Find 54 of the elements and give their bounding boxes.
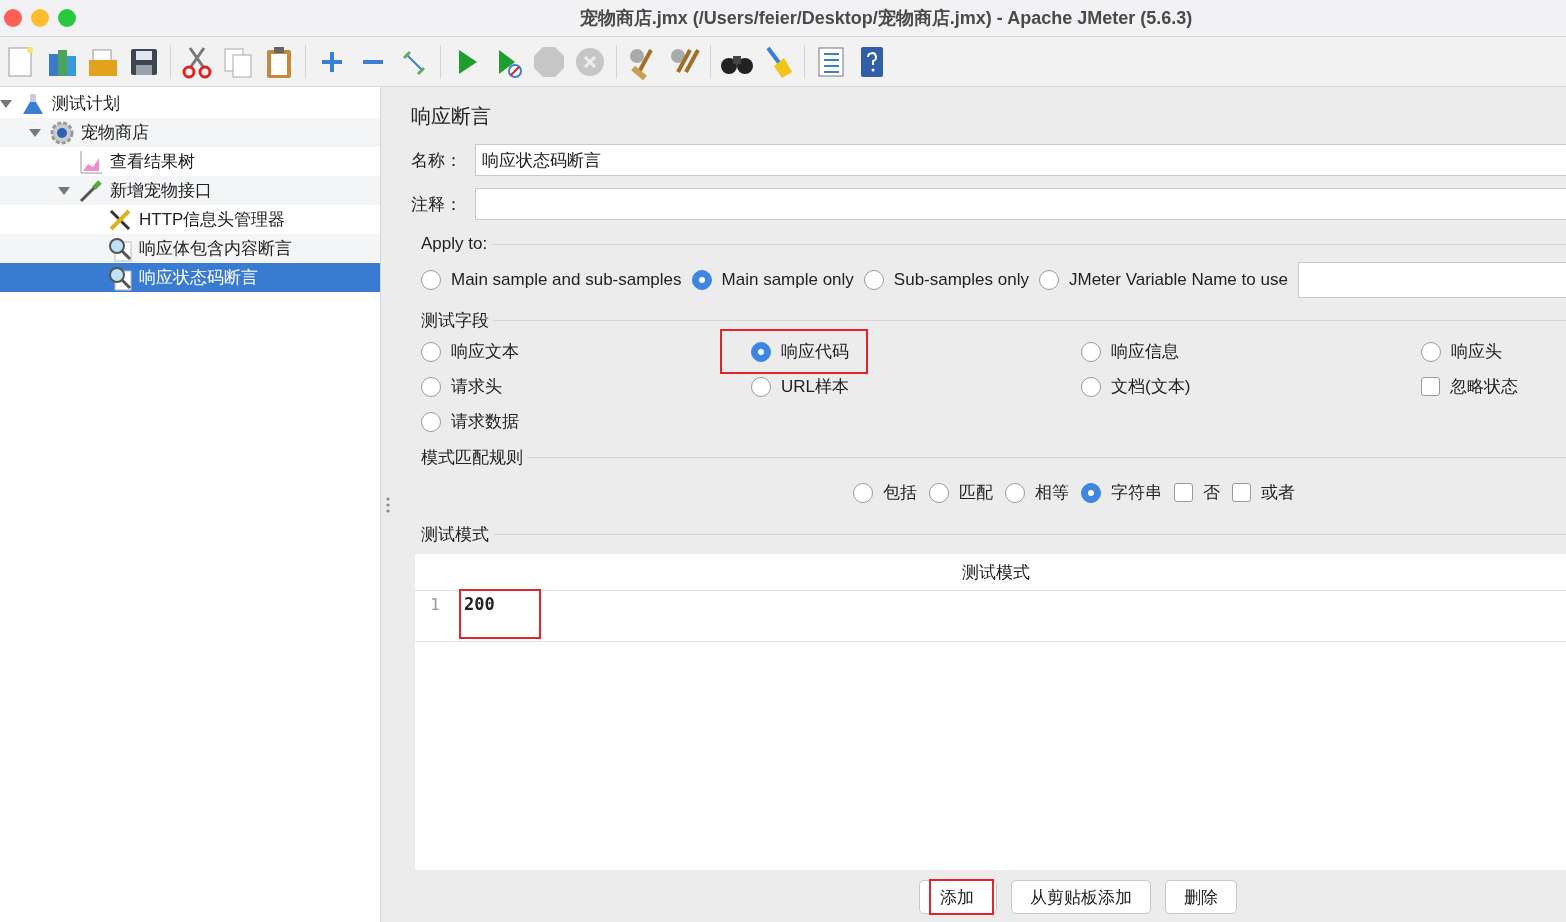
- radio-button[interactable]: 包括: [853, 481, 917, 504]
- radio-button[interactable]: 文档(文本): [1081, 375, 1191, 398]
- tree-item[interactable]: 响应状态码断言: [0, 263, 380, 292]
- radio-button[interactable]: Main sample only: [691, 270, 854, 290]
- radio-button[interactable]: Sub-samples only: [863, 270, 1029, 290]
- checkbox[interactable]: 忽略状态: [1421, 375, 1518, 398]
- radio-button[interactable]: 字符串: [1081, 481, 1162, 504]
- zoom-window-button[interactable]: [58, 9, 76, 27]
- name-field[interactable]: 响应状态码断言: [475, 144, 1566, 176]
- checkbox[interactable]: 否: [1174, 481, 1220, 504]
- radio-button[interactable]: Main sample and sub-samples: [421, 270, 682, 290]
- comment-field[interactable]: [475, 188, 1566, 220]
- column-header: 测试模式: [415, 554, 1566, 591]
- window-title: 宠物商店.jmx (/Users/feier/Desktop/宠物商店.jmx) - Apache JMeter (5.6.3): [578, 7, 1194, 30]
- variable-name-field[interactable]: [1297, 262, 1566, 298]
- action-button[interactable]: 从剪贴板添加: [1010, 880, 1151, 914]
- magnifier-icon: [107, 235, 133, 262]
- radio-button[interactable]: 匹配: [929, 481, 993, 504]
- radio-button[interactable]: 请求头: [421, 375, 502, 398]
- radio-button[interactable]: 响应头: [1421, 340, 1502, 363]
- tree-item[interactable]: 响应体包含内容断言: [0, 234, 380, 263]
- radio-button[interactable]: 响应信息: [1081, 340, 1179, 363]
- expanded-caret-icon[interactable]: [29, 128, 41, 137]
- section-legend: Apply to:: [421, 234, 492, 254]
- tree-item[interactable]: 测试计划: [0, 89, 380, 118]
- section-legend: 测试字段: [421, 308, 493, 332]
- radio-button[interactable]: URL样本: [751, 375, 849, 398]
- section-legend: 测试模式: [421, 522, 493, 546]
- action-button[interactable]: 添加: [918, 880, 997, 914]
- tree-item[interactable]: 查看结果树: [0, 147, 380, 176]
- panel-title: 响应断言: [411, 104, 492, 129]
- action-button[interactable]: 删除: [1164, 880, 1237, 914]
- magnifier-icon: [107, 264, 133, 291]
- radio-button[interactable]: 请求数据: [421, 410, 519, 433]
- dropper-icon: [78, 177, 104, 204]
- gear-icon: [49, 119, 75, 146]
- field-label: 名称：: [410, 149, 463, 172]
- radio-button[interactable]: JMeter Variable Name to use: [1038, 270, 1288, 290]
- radio-button[interactable]: 响应代码: [751, 340, 849, 363]
- expanded-caret-icon[interactable]: [0, 99, 12, 108]
- section-legend: 模式匹配规则: [421, 445, 527, 469]
- radio-button[interactable]: 响应文本: [421, 340, 519, 363]
- splitter-handle-icon[interactable]: [386, 496, 390, 514]
- pattern-value[interactable]: 200: [455, 591, 535, 635]
- field-label: 注释：: [410, 193, 463, 216]
- checkbox[interactable]: 或者: [1232, 481, 1295, 504]
- close-window-button[interactable]: [4, 9, 22, 27]
- tree-item[interactable]: HTTP信息头管理器: [0, 205, 380, 234]
- tree-item[interactable]: 新增宠物接口: [0, 176, 380, 205]
- line-number: 1: [429, 594, 441, 614]
- radio-button[interactable]: 相等: [1005, 481, 1069, 504]
- expanded-caret-icon[interactable]: [58, 186, 70, 195]
- chart-icon: [78, 148, 104, 175]
- tree-item[interactable]: 宠物商店: [0, 118, 380, 147]
